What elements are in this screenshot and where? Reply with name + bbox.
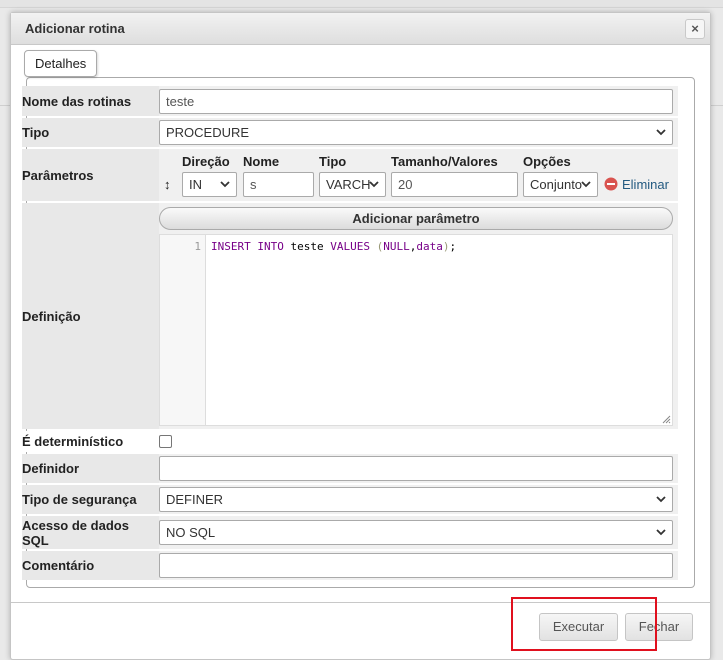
deterministic-row: É determinístico xyxy=(22,431,678,452)
code-bracket: ) xyxy=(442,240,450,253)
reorder-handle-icon[interactable]: ↕ xyxy=(159,177,182,192)
type-row: Tipo PROCEDURE xyxy=(22,118,678,147)
code-line: INSERT INTO teste VALUES (NULL,data); xyxy=(211,240,456,253)
code-keyword: NULL xyxy=(383,240,410,253)
code-identifier: teste xyxy=(290,240,324,253)
param-header-type: Tipo xyxy=(319,153,347,169)
chevron-down-icon xyxy=(369,180,379,187)
param-header-direction: Direção xyxy=(182,153,230,169)
routine-name-label: Nome das rotinas xyxy=(22,86,159,116)
param-options-value: Conjunto xyxy=(530,176,583,192)
security-type-label: Tipo de segurança xyxy=(22,485,159,514)
code-punct: ; xyxy=(449,240,457,253)
sql-data-access-value: NO SQL xyxy=(166,525,216,540)
definer-label: Definidor xyxy=(22,454,159,483)
routine-form: Nome das rotinas teste Tipo PROCEDURE Pa… xyxy=(22,84,678,582)
comment-row: Comentário xyxy=(22,551,678,580)
param-type-select[interactable]: VARCH xyxy=(319,171,386,197)
chevron-down-icon xyxy=(220,180,230,187)
type-label: Tipo xyxy=(22,118,159,147)
resize-handle-icon[interactable] xyxy=(661,414,671,424)
param-direction-value: IN xyxy=(189,176,202,192)
definer-row: Definidor xyxy=(22,454,678,483)
chevron-down-icon xyxy=(581,180,591,187)
param-header-options: Opções xyxy=(523,153,571,169)
security-type-row: Tipo de segurança DEFINER xyxy=(22,485,678,514)
close-icon: × xyxy=(691,21,699,36)
dialog-titlebar[interactable]: Adicionar rotina × xyxy=(11,13,710,45)
dialog-title: Adicionar rotina xyxy=(25,21,125,36)
param-size-input[interactable]: 20 xyxy=(391,171,518,197)
parameters-row: Parâmetros Direção Nome Tipo Tamanho/Val… xyxy=(22,149,678,201)
highlight-box xyxy=(511,597,657,651)
param-name-input[interactable]: s xyxy=(243,171,314,197)
sql-data-access-label: Acesso de dados SQL xyxy=(22,516,159,549)
param-header-name: Nome xyxy=(243,153,280,169)
remove-icon xyxy=(604,177,618,191)
chevron-down-icon xyxy=(656,496,666,503)
security-type-value: DEFINER xyxy=(166,492,224,507)
code-keyword: data xyxy=(416,240,443,253)
sql-data-access-row: Acesso de dados SQL NO SQL xyxy=(22,516,678,549)
param-type-value: VARCH xyxy=(326,176,371,192)
deterministic-checkbox[interactable] xyxy=(159,435,172,448)
routine-name-row: Nome das rotinas teste xyxy=(22,86,678,116)
line-number: 1 xyxy=(194,240,201,253)
security-type-select[interactable]: DEFINER xyxy=(159,487,673,512)
deterministic-label: É determinístico xyxy=(22,431,159,452)
parameter-row: ↕ IN s VARCH 20 Conjunto Eliminar xyxy=(159,170,678,198)
type-select[interactable]: PROCEDURE xyxy=(159,120,673,145)
remove-parameter-link[interactable]: Eliminar xyxy=(604,177,669,192)
code-keyword: INSERT xyxy=(211,240,251,253)
param-header-size: Tamanho/Valores xyxy=(391,153,498,169)
type-select-value: PROCEDURE xyxy=(166,125,250,140)
comment-input[interactable] xyxy=(159,553,673,578)
background-toolbar xyxy=(0,0,723,8)
comment-label: Comentário xyxy=(22,551,159,580)
definition-row: Definição Adicionar parâmetro 1 INSERT I… xyxy=(22,203,678,429)
chevron-down-icon xyxy=(656,529,666,536)
definition-label: Definição xyxy=(22,203,159,429)
param-options-select[interactable]: Conjunto xyxy=(523,171,598,197)
routine-name-input[interactable]: teste xyxy=(159,88,673,114)
parameters-label: Parâmetros xyxy=(22,149,159,201)
line-number-gutter: 1 xyxy=(160,235,206,425)
remove-parameter-label: Eliminar xyxy=(622,176,669,192)
definer-input[interactable] xyxy=(159,456,673,481)
code-keyword: VALUES xyxy=(330,240,370,253)
chevron-down-icon xyxy=(656,129,666,136)
param-direction-select[interactable]: IN xyxy=(182,171,237,197)
add-parameter-button[interactable]: Adicionar parâmetro xyxy=(159,207,673,230)
sql-data-access-select[interactable]: NO SQL xyxy=(159,520,673,545)
parameters-header: Direção Nome Tipo Tamanho/Valores Opções xyxy=(159,152,678,170)
close-dialog-button[interactable]: × xyxy=(685,19,705,39)
definition-code-editor[interactable]: 1 INSERT INTO teste VALUES (NULL,data); xyxy=(159,234,673,426)
details-legend: Detalhes xyxy=(24,50,98,77)
code-keyword: INTO xyxy=(257,240,284,253)
